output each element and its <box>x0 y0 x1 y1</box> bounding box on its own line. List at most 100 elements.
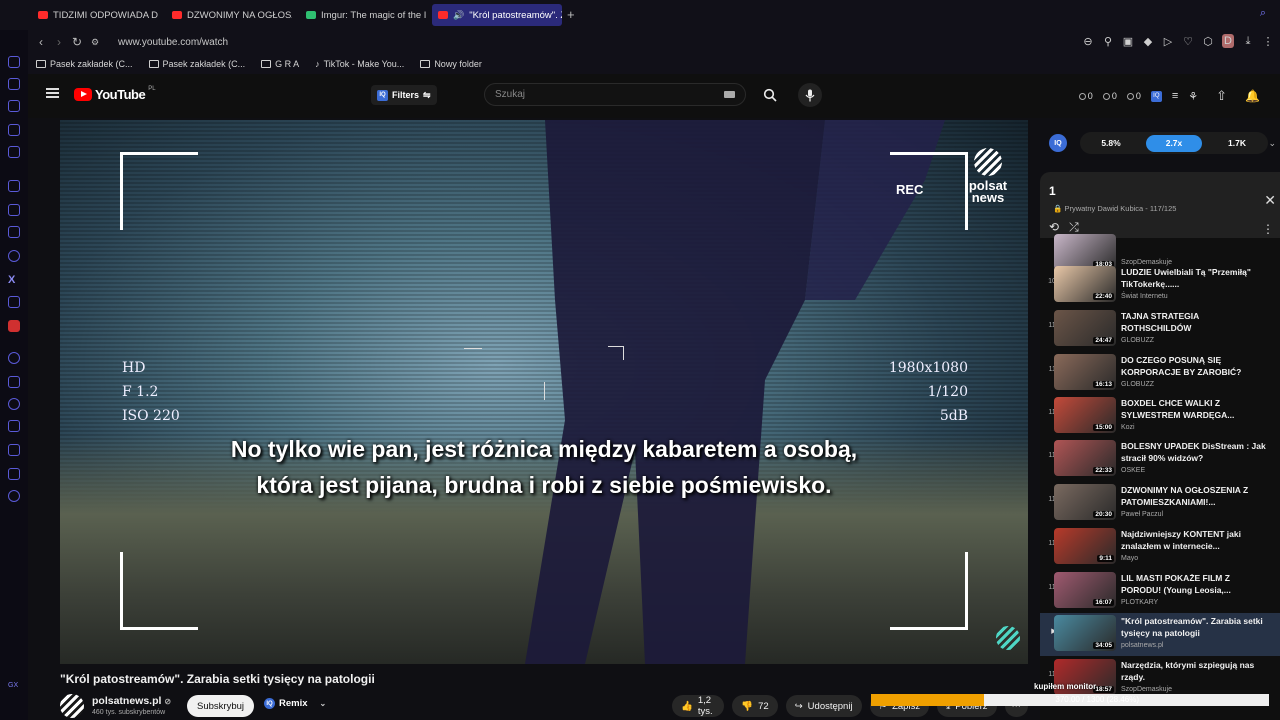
video-thumbnail[interactable]: 16:13 <box>1054 354 1116 390</box>
shield-icon[interactable]: ◆ <box>1142 35 1154 48</box>
settings-icon[interactable] <box>8 490 20 502</box>
browser-tab-active[interactable]: 🔊 "Król patostreamów". Z... ✕ <box>432 4 562 26</box>
playlist-item[interactable]: 11116:13DO CZEGO POSUNĄ SIĘ KORPORACJE B… <box>1040 352 1280 395</box>
iq-logo[interactable]: IQ <box>1049 134 1067 152</box>
search-button[interactable] <box>758 83 782 107</box>
filters-button[interactable]: IQ Filters ⇋ <box>371 85 437 105</box>
playlist-item-current[interactable]: ▶34:05"Król patostreamów". Zarabia setki… <box>1040 613 1280 656</box>
bookmark-folder[interactable]: Nowy folder <box>412 59 490 69</box>
playlist-item[interactable]: 1159:11Najdziwniejszy KONTENT jaki znala… <box>1040 526 1280 569</box>
upload-icon[interactable]: ⇧ <box>1216 88 1227 104</box>
iq-stat-pill-active[interactable]: 2.7x <box>1146 134 1202 152</box>
sidebar-app-icon[interactable] <box>8 56 20 68</box>
forward-icon[interactable]: › <box>50 35 68 49</box>
back-icon[interactable]: ‹ <box>32 35 50 49</box>
browser-tab[interactable]: TIDZIMI ODPOWIADA DO... <box>32 4 158 26</box>
iq-extension-icon[interactable]: IQ <box>1150 90 1162 102</box>
heart-icon[interactable]: ♡ <box>1182 35 1194 48</box>
discord-icon[interactable] <box>8 296 20 308</box>
x-icon[interactable]: X <box>8 274 20 286</box>
vk-icon[interactable] <box>8 320 20 332</box>
channel-avatar[interactable] <box>60 694 84 718</box>
iq-stat-pill[interactable]: 5.8% <box>1083 135 1139 152</box>
video-thumbnail[interactable]: 22:33 <box>1054 440 1116 476</box>
share-button[interactable]: ↪ Udostępnij <box>785 695 862 717</box>
video-thumbnail[interactable]: 20:30 <box>1054 484 1116 520</box>
wallet-icon[interactable] <box>8 468 20 480</box>
heart-icon[interactable] <box>8 398 20 410</box>
search-input[interactable]: Szukaj <box>484 83 746 106</box>
notifications-bell-icon[interactable]: 🔔 <box>1245 89 1260 103</box>
like-button[interactable]: 👍 1,2 tys. <box>672 695 725 717</box>
folder-icon <box>261 60 272 68</box>
bookmark-folder[interactable]: Pasek zakładek (C... <box>141 59 254 69</box>
video-thumbnail[interactable]: 24:47 <box>1054 310 1116 346</box>
video-thumbnail[interactable]: 16:07 <box>1054 572 1116 608</box>
video-duration: 20:30 <box>1093 511 1114 518</box>
playlist-item[interactable]: 11616:07LIL MASTI POKAŻE FILM Z PORODU! … <box>1040 570 1280 613</box>
playlist-item[interactable]: 11420:30DZWONIMY NA OGŁOSZENIA Z PATOMIE… <box>1040 482 1280 525</box>
sidebar-more-icon[interactable]: GX <box>8 682 20 694</box>
keyboard-icon[interactable] <box>724 91 735 98</box>
reload-icon[interactable]: ↻ <box>68 35 86 49</box>
zoom-icon[interactable]: ⊖ <box>1082 35 1094 48</box>
playlist-title[interactable]: 1 <box>1049 184 1056 198</box>
download-icon[interactable] <box>8 444 20 456</box>
video-thumbnail[interactable]: 22:40 <box>1054 266 1116 302</box>
bookmark-link[interactable]: ♪ TikTok - Make You... <box>307 59 412 69</box>
playlist-item[interactable]: 11215:00BOXDEL CHCE WALKI Z SYLWESTREM W… <box>1040 395 1280 438</box>
extensions-icon[interactable]: ⬡ <box>1202 35 1214 48</box>
site-info-icon[interactable]: ⚙ <box>86 37 104 48</box>
sidebar-app-icon[interactable] <box>8 124 20 136</box>
video-thumbnail[interactable]: 15:00 <box>1054 397 1116 433</box>
browser-tab[interactable]: DZWONIMY NA OGŁOSZE... <box>166 4 292 26</box>
play-icon[interactable]: ▷ <box>1162 35 1174 48</box>
messenger-icon[interactable] <box>8 204 20 216</box>
new-tab-icon[interactable]: + <box>567 7 575 22</box>
bookmark-folder[interactable]: G R A <box>253 59 307 69</box>
whatsapp-icon[interactable] <box>8 250 20 262</box>
snapshot-icon[interactable]: ▣ <box>1122 35 1134 48</box>
browser-tab[interactable]: Imgur: The magic of the In... <box>300 4 426 26</box>
playlist-item[interactable]: 11024:47TAJNA STRATEGIA ROTHSCHILDÓWGLOB… <box>1040 308 1280 351</box>
speaker-icon[interactable]: 🔊 <box>453 10 464 21</box>
polsat-news-logo: polsat news <box>958 148 1018 204</box>
subscribe-button[interactable]: Subskrybuj <box>187 695 254 717</box>
playlist-item[interactable]: 10922:40LUDZIE Uwielbiali Tą "Przemiłą" … <box>1040 264 1280 307</box>
playlist-item[interactable]: 11322:33BOLESNY UPADEK DisStream : Jak s… <box>1040 438 1280 481</box>
hamburger-menu-icon[interactable] <box>46 88 59 98</box>
iq-stat-pill[interactable]: 1.7K <box>1209 135 1265 152</box>
sidebar-app-icon[interactable] <box>8 100 20 112</box>
video-thumbnail[interactable]: 9:11 <box>1054 528 1116 564</box>
youtube-logo[interactable]: YouTube PL <box>74 86 156 102</box>
url-field[interactable]: www.youtube.com/watch <box>118 37 228 48</box>
pin-icon[interactable]: ⚲ <box>1102 35 1114 48</box>
playlist-item-title: LIL MASTI POKAŻE FILM Z PORODU! (Young L… <box>1121 573 1231 595</box>
remix-button[interactable]: IQ Remix ⌄ <box>264 698 326 709</box>
chevron-down-icon[interactable]: ⌄ <box>1268 138 1276 149</box>
playlist-item-title: DO CZEGO POSUNĄ SIĘ KORPORACJE BY ZAROBI… <box>1121 355 1242 377</box>
download-icon[interactable]: ⤓ <box>1242 35 1254 48</box>
voice-search-button[interactable] <box>798 83 822 107</box>
history-icon[interactable] <box>8 420 20 432</box>
channel-name[interactable]: polsatnews.pl ⊘ <box>92 695 171 707</box>
close-icon[interactable]: ✕ <box>1264 192 1276 209</box>
iq-stats-panel: IQ 5.8% 2.7x 1.7K ⌄ <box>1040 128 1280 158</box>
video-thumbnail[interactable]: 34:05 <box>1054 615 1116 651</box>
menu-icon[interactable]: ⋮ <box>1262 35 1274 48</box>
sidebar-app-icon[interactable] <box>8 146 20 158</box>
twitch-icon[interactable] <box>8 180 20 192</box>
sidebar-app-icon[interactable] <box>8 352 20 364</box>
profile-avatar[interactable]: D <box>1222 34 1234 48</box>
play-icon[interactable] <box>8 376 20 388</box>
bookmark-folder[interactable]: Pasek zakładek (C... <box>28 59 141 69</box>
search-tabs-icon[interactable]: ⌕ <box>1260 7 1266 20</box>
telegram-icon[interactable] <box>8 226 20 238</box>
channel-watermark-icon[interactable] <box>996 626 1020 650</box>
sidebar-app-icon[interactable] <box>8 78 20 90</box>
playlist-item-channel: Świat Internetu <box>1121 293 1168 300</box>
translate-icon[interactable]: ⚘ <box>1188 90 1198 103</box>
video-player[interactable]: REC polsat news HD F 1.2 ISO 220 1980x10… <box>60 120 1028 664</box>
dislike-button[interactable]: 👎 72 <box>732 695 778 717</box>
list-icon[interactable]: ≡ <box>1172 90 1178 102</box>
